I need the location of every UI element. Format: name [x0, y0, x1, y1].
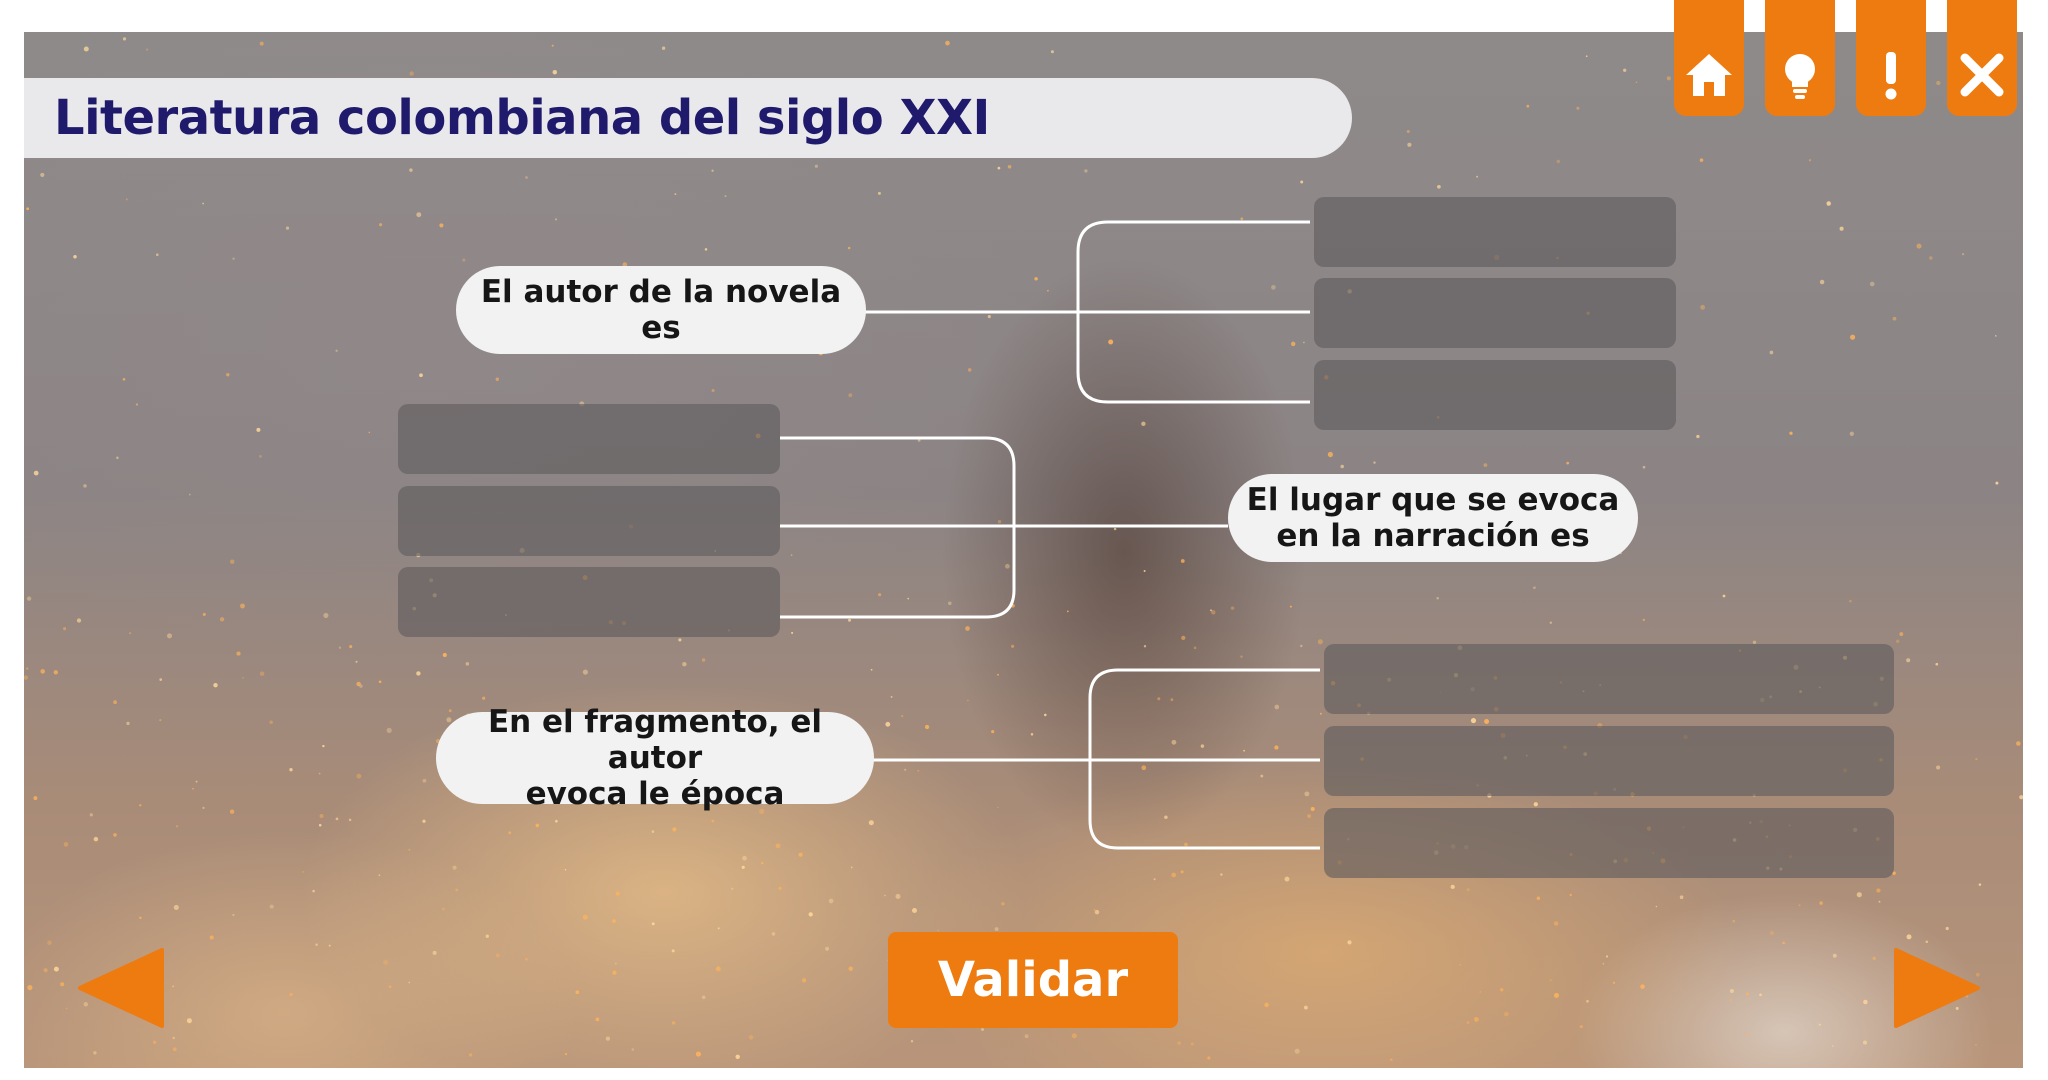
home-icon: [1686, 54, 1732, 96]
title-bar: Literatura colombiana del siglo XXI: [24, 78, 1352, 158]
answer-slot-epoca-3[interactable]: [1324, 808, 1894, 878]
lightbulb-icon: [1785, 54, 1815, 99]
answer-slot-autor-3[interactable]: [1314, 360, 1676, 430]
validate-button[interactable]: Validar: [888, 932, 1178, 1028]
exclamation-icon: [1885, 52, 1897, 100]
answer-slot-epoca-1[interactable]: [1324, 644, 1894, 714]
arrow-left-icon[interactable]: [74, 948, 164, 1028]
arrow-right-icon[interactable]: [1894, 948, 1984, 1028]
page-title: Literatura colombiana del siglo XXI: [54, 90, 990, 146]
answer-slot-lugar-1[interactable]: [398, 404, 780, 474]
answer-slot-lugar-3[interactable]: [398, 567, 780, 637]
close-button[interactable]: [1947, 0, 2017, 116]
activity-background: [24, 32, 2023, 1068]
sparks-background-image: [24, 32, 2023, 1061]
answer-slot-autor-2[interactable]: [1314, 278, 1676, 348]
prompt-lugar: El lugar que se evoca en la narración es: [1228, 474, 1638, 562]
home-button[interactable]: [1674, 0, 1744, 116]
info-button[interactable]: [1856, 0, 1926, 116]
hint-button[interactable]: [1765, 0, 1835, 116]
answer-slot-autor-1[interactable]: [1314, 197, 1676, 267]
prompt-autor: El autor de la novela es: [456, 266, 866, 354]
close-icon: [1960, 53, 2004, 97]
prompt-epoca: En el fragmento, el autor evoca le época: [436, 704, 874, 812]
answer-slot-lugar-2[interactable]: [398, 486, 780, 556]
answer-slot-epoca-2[interactable]: [1324, 726, 1894, 796]
